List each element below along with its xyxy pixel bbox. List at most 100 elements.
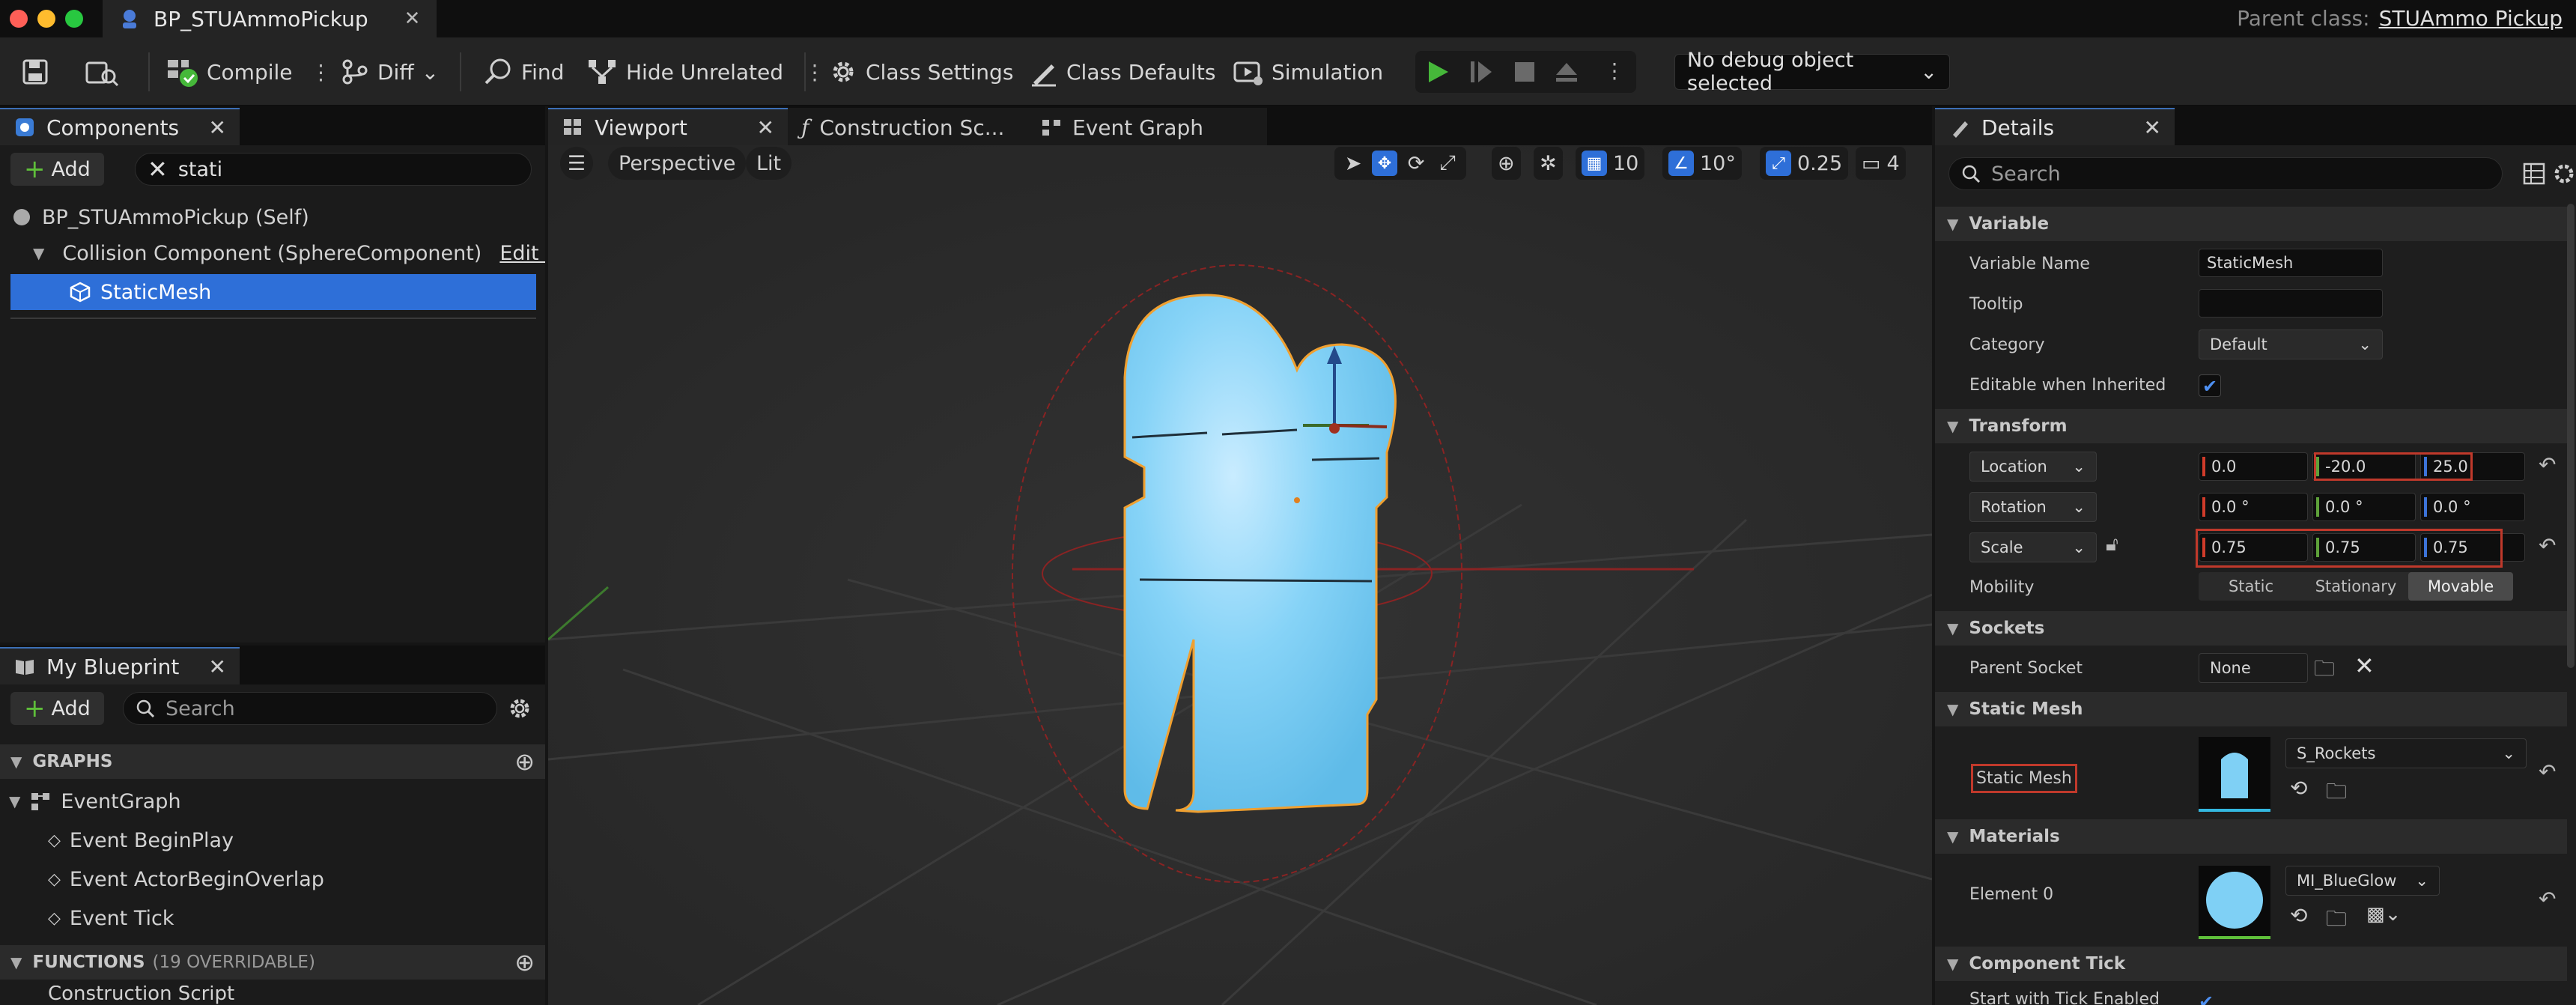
lock-icon[interactable]: 🔓︎ bbox=[2106, 533, 2118, 556]
details-search-input[interactable]: Search bbox=[1948, 157, 2503, 190]
stop-icon[interactable] bbox=[1511, 58, 1538, 85]
tree-item-collision-component[interactable]: ▼ Collision Component (SphereComponent) … bbox=[33, 235, 545, 271]
variable-name-field[interactable]: StaticMesh bbox=[2199, 249, 2383, 277]
close-tab-icon[interactable]: ✕ bbox=[209, 655, 226, 679]
mobility-static[interactable]: Static bbox=[2199, 572, 2303, 601]
class-defaults-button[interactable]: Class Defaults bbox=[1029, 48, 1215, 96]
close-tab-icon[interactable]: ✕ bbox=[2144, 115, 2161, 140]
reset-icon[interactable]: ↶ bbox=[2539, 533, 2556, 558]
mobility-stationary[interactable]: Stationary bbox=[2303, 572, 2408, 601]
class-settings-button[interactable]: Class Settings bbox=[828, 48, 1013, 96]
select-icon[interactable]: ➤ bbox=[1340, 152, 1366, 175]
close-tab-icon[interactable]: ✕ bbox=[404, 7, 421, 30]
use-selected-icon[interactable]: ⟲ bbox=[2290, 903, 2307, 928]
tooltip-field[interactable] bbox=[2199, 289, 2383, 318]
transform-section-header[interactable]: ▼ Transform bbox=[1935, 409, 2567, 443]
tree-item-staticmesh[interactable]: StaticMesh bbox=[10, 274, 536, 310]
add-graph-icon[interactable]: ⊕ bbox=[514, 747, 535, 776]
viewport-menu-button[interactable]: ☰ bbox=[560, 147, 593, 180]
compile-options-icon[interactable]: ⋮ bbox=[311, 60, 332, 85]
tree-item-self[interactable]: BP_STUAmmoPickup (Self) bbox=[10, 199, 535, 235]
sockets-section-header[interactable]: ▼ Sockets bbox=[1935, 611, 2567, 646]
play-options-icon[interactable]: ⋮ bbox=[1604, 58, 1625, 83]
tab-details[interactable]: Details ✕ bbox=[1935, 108, 2175, 145]
location-mode-dropdown[interactable]: Location ⌄ bbox=[1969, 452, 2097, 482]
tree-item-event-tick[interactable]: ◇ Event Tick bbox=[48, 900, 174, 936]
property-matrix-icon[interactable] bbox=[2522, 162, 2546, 186]
reset-icon[interactable]: ↶ bbox=[2539, 887, 2556, 911]
grid-snap-icon[interactable]: ▦ bbox=[1582, 151, 1607, 176]
material-options-icon[interactable]: ▩⌄ bbox=[2366, 903, 2401, 926]
tab-construction-script[interactable]: ƒ Construction Sc... bbox=[788, 108, 1027, 145]
lit-button[interactable]: Lit bbox=[746, 147, 792, 180]
graphs-section-header[interactable]: ▼ GRAPHS ⊕ bbox=[0, 744, 545, 779]
static-mesh-section-header[interactable]: ▼ Static Mesh bbox=[1935, 692, 2567, 726]
tree-item-construction-script[interactable]: Construction Script bbox=[48, 986, 234, 1005]
play-icon[interactable] bbox=[1424, 58, 1451, 85]
component-tick-section-header[interactable]: ▼ Component Tick bbox=[1935, 947, 2567, 981]
tab-viewport[interactable]: Viewport ✕ bbox=[548, 108, 788, 145]
parent-class-link[interactable]: STUAmmo Pickup bbox=[2379, 6, 2563, 31]
hide-unrelated-options-icon[interactable]: ⋮ bbox=[804, 60, 825, 85]
tab-my-blueprint[interactable]: My Blueprint ✕ bbox=[0, 647, 240, 684]
material-thumbnail[interactable] bbox=[2199, 866, 2270, 939]
world-local-toggle[interactable]: ⊕ bbox=[1492, 147, 1521, 180]
clear-icon[interactable]: ✕ bbox=[2354, 652, 2375, 680]
details-scrollbar[interactable] bbox=[2567, 204, 2575, 668]
add-member-button[interactable]: + Add bbox=[10, 692, 104, 725]
save-button[interactable] bbox=[21, 48, 49, 96]
scale-icon[interactable]: ⤢ bbox=[1435, 151, 1460, 175]
browse-button[interactable] bbox=[84, 48, 120, 96]
tree-item-eventgraph[interactable]: ▼ EventGraph bbox=[9, 783, 181, 819]
diff-button[interactable]: Diff ⌄ bbox=[340, 48, 439, 96]
add-function-icon[interactable]: ⊕ bbox=[514, 948, 535, 977]
reset-icon[interactable]: ↶ bbox=[2539, 759, 2556, 784]
close-window-button[interactable] bbox=[10, 10, 28, 28]
rotation-mode-dropdown[interactable]: Rotation ⌄ bbox=[1969, 492, 2097, 522]
static-mesh-thumbnail[interactable] bbox=[2199, 737, 2270, 812]
tree-item-event-beginplay[interactable]: ◇ Event BeginPlay bbox=[48, 822, 234, 858]
rotation-snap-icon[interactable]: ∠ bbox=[1668, 151, 1694, 176]
static-mesh-dropdown[interactable]: S_Rockets ⌄ bbox=[2285, 738, 2527, 768]
rotation-y-field[interactable]: 0.0 ° bbox=[2312, 493, 2416, 521]
editable-inherited-checkbox[interactable]: ✔ bbox=[2199, 374, 2221, 397]
add-component-button[interactable]: + Add bbox=[10, 153, 104, 186]
minimize-window-button[interactable] bbox=[37, 10, 55, 28]
use-selected-icon[interactable]: ⟲ bbox=[2290, 776, 2307, 801]
compile-button[interactable]: Compile ⋮ bbox=[166, 48, 332, 96]
settings-gear-icon[interactable] bbox=[506, 695, 533, 722]
rotation-snap-control[interactable]: ∠ 10° bbox=[1662, 147, 1742, 180]
find-button[interactable]: Find bbox=[482, 48, 564, 96]
surface-snap-toggle[interactable]: ✲ bbox=[1534, 147, 1563, 180]
reset-icon[interactable]: ↶ bbox=[2539, 452, 2556, 477]
variable-section-header[interactable]: ▼ Variable bbox=[1935, 207, 2567, 241]
camera-speed-control[interactable]: ▭ 4 bbox=[1856, 147, 1906, 180]
translate-icon[interactable]: ✥ bbox=[1372, 151, 1397, 176]
browse-asset-icon[interactable]: 🗀︎ bbox=[2326, 903, 2347, 939]
simulation-button[interactable]: Simulation bbox=[1233, 48, 1383, 96]
scale-snap-control[interactable]: ⤢ 0.25 bbox=[1760, 147, 1849, 180]
browse-socket-icon[interactable]: 🗀︎ bbox=[2314, 653, 2335, 689]
clear-search-icon[interactable]: ✕ bbox=[148, 155, 168, 183]
rotation-x-field[interactable]: 0.0 ° bbox=[2199, 493, 2308, 521]
maximize-window-button[interactable] bbox=[65, 10, 83, 28]
materials-section-header[interactable]: ▼ Materials bbox=[1935, 819, 2567, 854]
material-dropdown[interactable]: MI_BlueGlow ⌄ bbox=[2285, 866, 2440, 896]
document-tab[interactable]: BP_STUAmmoPickup ✕ bbox=[103, 0, 437, 37]
edit-in-link[interactable]: Edit in C bbox=[499, 242, 545, 265]
browse-asset-icon[interactable]: 🗀︎ bbox=[2326, 776, 2347, 812]
eject-icon[interactable] bbox=[1553, 58, 1580, 85]
blueprint-search-input[interactable]: Search bbox=[123, 692, 497, 725]
tab-components[interactable]: Components ✕ bbox=[0, 108, 240, 145]
location-x-field[interactable]: 0.0 bbox=[2199, 452, 2308, 481]
close-tab-icon[interactable]: ✕ bbox=[757, 115, 774, 140]
chevron-down-icon[interactable]: ▼ bbox=[33, 244, 44, 262]
mobility-movable[interactable]: Movable bbox=[2408, 572, 2513, 601]
scale-mode-dropdown[interactable]: Scale ⌄ bbox=[1969, 532, 2097, 562]
tab-event-graph[interactable]: Event Graph bbox=[1027, 108, 1267, 145]
category-dropdown[interactable]: Default ⌄ bbox=[2199, 330, 2383, 359]
tree-item-event-actorbeginoverlap[interactable]: ◇ Event ActorBeginOverlap bbox=[48, 861, 324, 897]
step-icon[interactable] bbox=[1468, 58, 1495, 85]
close-tab-icon[interactable]: ✕ bbox=[209, 115, 226, 140]
rotate-icon[interactable]: ⟳ bbox=[1403, 152, 1429, 175]
